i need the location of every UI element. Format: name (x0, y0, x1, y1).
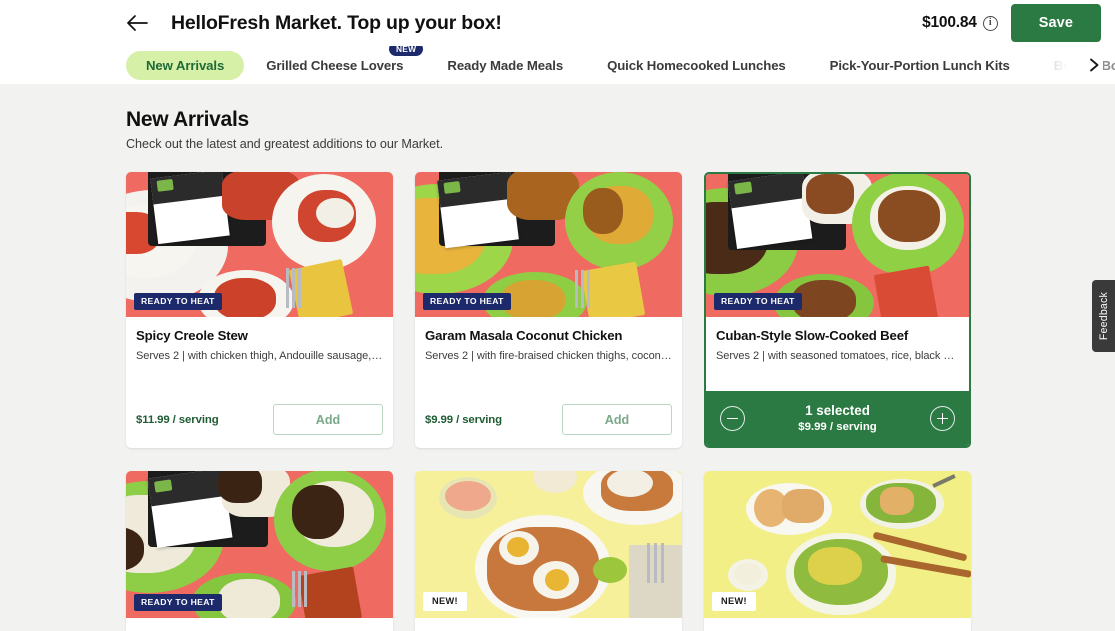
product-card-selected[interactable]: READY TO HEAT Cuban-Style Slow-Cooked Be… (704, 172, 971, 448)
product-image: READY TO HEAT (126, 471, 393, 618)
product-description: Serves 2 | with seasoned tomatoes, rice,… (716, 349, 959, 362)
tab-pick-your-portion-lunch-kits[interactable]: Pick-Your-Portion Lunch Kits (808, 51, 1032, 80)
order-total-amount: $100.84 (922, 14, 977, 31)
section-subtitle: Check out the latest and greatest additi… (126, 137, 444, 151)
tab-quick-homecooked-lunches[interactable]: Quick Homecooked Lunches (585, 51, 808, 80)
main-content: New Arrivals Check out the latest and gr… (0, 84, 1115, 631)
category-tabs-scroll[interactable]: New Arrivals Grilled Cheese Lovers NEW R… (126, 46, 1115, 80)
app-header: HelloFresh Market. Top up your box! $100… (0, 0, 1115, 84)
status-badge: READY TO HEAT (423, 293, 511, 310)
product-info: Spicy Creole Stew Serves 2 | with chicke… (126, 317, 393, 404)
new-badge: NEW (388, 46, 424, 56)
save-button[interactable]: Save (1010, 4, 1101, 42)
product-card[interactable]: NEW! Caesar Salad & Fully Cooked Chicken (704, 471, 971, 631)
product-card[interactable]: READY TO HEAT Garam Masala Coconut Chick… (415, 172, 682, 448)
tab-label: Pick-Your-Portion Lunch Kits (829, 57, 1010, 73)
tab-ready-made-meals[interactable]: Ready Made Meals (425, 51, 585, 80)
status-badge: NEW! (712, 591, 756, 611)
header-top-bar: HelloFresh Market. Top up your box! $100… (0, 0, 1115, 46)
page-root: HelloFresh Market. Top up your box! $100… (0, 0, 1115, 631)
product-description: Serves 2 | with chicken thigh, Andouille… (136, 349, 383, 362)
quantity-stepper: 1 selected $9.99 / serving (706, 391, 969, 446)
product-image: NEW! (415, 471, 682, 618)
arrow-left-icon[interactable] (124, 10, 150, 36)
product-price: $11.99 / serving (136, 413, 219, 426)
status-badge: READY TO HEAT (714, 293, 802, 310)
info-icon[interactable]: i (982, 15, 998, 31)
product-price: $9.99 / serving (425, 413, 503, 426)
selected-count: 1 selected (805, 402, 870, 418)
product-name: Cuban-Style Slow-Cooked Beef (716, 328, 909, 343)
category-tabs: New Arrivals Grilled Cheese Lovers NEW R… (0, 46, 1115, 84)
feedback-label: Feedback (1097, 291, 1110, 341)
product-image: READY TO HEAT (415, 172, 682, 317)
product-info: Caesar Salad & Fully Cooked Chicken (704, 618, 971, 631)
product-info: Garam Masala Coconut Chicken Serves 2 | … (415, 317, 682, 404)
product-card[interactable]: READY TO HEAT Red Wine-Braised Beef (126, 471, 393, 631)
status-badge: READY TO HEAT (134, 293, 222, 310)
tab-label: New Arrivals (146, 57, 225, 73)
product-footer: $11.99 / serving Add (126, 404, 393, 448)
product-description: Serves 2 | with fire-braised chicken thi… (425, 349, 672, 362)
product-footer: $9.99 / serving Add (415, 404, 682, 448)
selected-price: $9.99 / serving (798, 420, 877, 433)
selection-summary: 1 selected $9.99 / serving (798, 402, 877, 435)
product-name: Garam Masala Coconut Chicken (425, 328, 623, 343)
product-image: READY TO HEAT (126, 172, 393, 317)
plus-circle-icon[interactable] (930, 406, 955, 431)
product-info: Southwest Potato Fritters with Fried Egg… (415, 618, 682, 631)
product-name: Spicy Creole Stew (136, 328, 248, 343)
add-button[interactable]: Add (562, 404, 672, 435)
add-button[interactable]: Add (273, 404, 383, 435)
product-info: Cuban-Style Slow-Cooked Beef Serves 2 | … (706, 317, 969, 391)
tab-label: Quick Homecooked Lunches (607, 57, 786, 73)
tab-label: Grilled Cheese Lovers (266, 57, 404, 73)
header-actions: $100.84 i Save (922, 4, 1101, 42)
feedback-tab[interactable]: Feedback (1092, 280, 1115, 352)
product-card[interactable]: NEW! Southwest Potato Fritters with Frie… (415, 471, 682, 631)
tab-label: Ready Made Meals (447, 57, 564, 73)
product-card[interactable]: READY TO HEAT Spicy Creole Stew Serves 2… (126, 172, 393, 448)
product-image: READY TO HEAT (706, 174, 969, 317)
tab-grilled-cheese-lovers[interactable]: Grilled Cheese Lovers NEW (244, 46, 425, 80)
page-title: HelloFresh Market. Top up your box! (171, 11, 502, 34)
tab-new-arrivals[interactable]: New Arrivals (126, 50, 245, 80)
status-badge: READY TO HEAT (134, 594, 222, 611)
product-image: NEW! (704, 471, 971, 618)
product-info: Red Wine-Braised Beef (126, 618, 393, 631)
minus-circle-icon[interactable] (720, 406, 745, 431)
section-title: New Arrivals (126, 108, 249, 131)
product-grid: READY TO HEAT Spicy Creole Stew Serves 2… (126, 172, 1115, 631)
order-total: $100.84 i (922, 14, 998, 32)
status-badge: NEW! (423, 591, 467, 611)
chevron-right-icon[interactable] (1085, 56, 1103, 74)
